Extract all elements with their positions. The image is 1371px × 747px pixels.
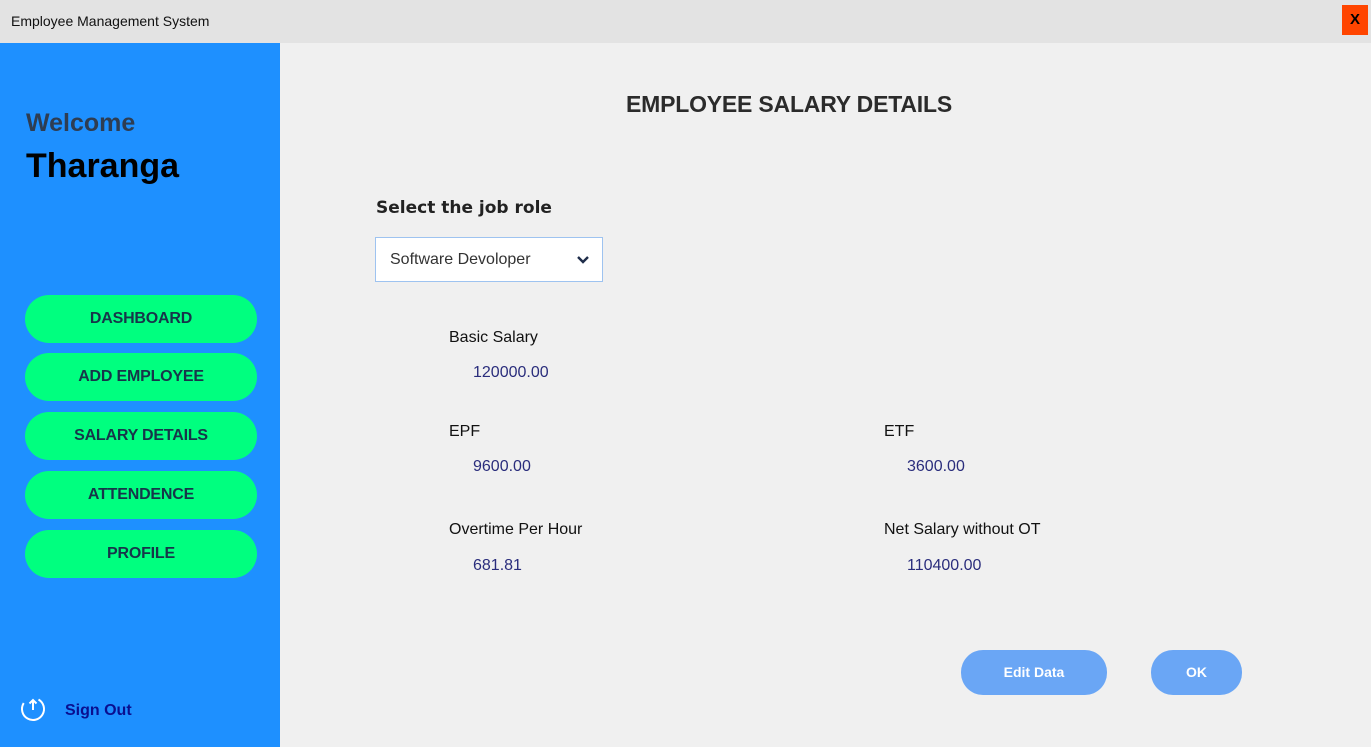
epf-label: EPF [449, 423, 481, 440]
username: Tharanga [26, 147, 180, 185]
basic-salary-value: 120000.00 [473, 364, 549, 381]
etf-value: 3600.00 [907, 458, 965, 475]
page-title: EMPLOYEE SALARY DETAILS [626, 91, 952, 117]
job-role-select[interactable]: Software Devoloper [375, 237, 603, 282]
sign-out-label: Sign Out [65, 702, 132, 719]
basic-salary-label: Basic Salary [449, 329, 538, 346]
net-salary-value: 110400.00 [907, 557, 982, 574]
nav-salary-details-button[interactable]: SALARY DETAILS [25, 412, 257, 460]
nav-dashboard-button[interactable]: DASHBOARD [25, 295, 257, 343]
nav-attendence-button[interactable]: ATTENDENCE [25, 471, 257, 519]
etf-label: ETF [884, 423, 915, 440]
ok-button[interactable]: OK [1151, 650, 1242, 695]
edit-data-button[interactable]: Edit Data [961, 650, 1107, 695]
sign-out-button[interactable]: Sign Out [20, 696, 132, 727]
nav-profile-button[interactable]: PROFILE [25, 530, 257, 578]
title-bar: Employee Management System X [0, 0, 1371, 43]
nav-add-employee-button[interactable]: ADD EMPLOYEE [25, 353, 257, 401]
welcome-text: Welcome [26, 109, 136, 137]
power-icon [20, 696, 46, 727]
overtime-label: Overtime Per Hour [449, 521, 583, 538]
window-title: Employee Management System [11, 13, 210, 29]
net-salary-label: Net Salary without OT [884, 521, 1041, 538]
overtime-value: 681.81 [473, 557, 522, 574]
epf-value: 9600.00 [473, 458, 531, 475]
job-role-selected: Software Devoloper [390, 250, 531, 268]
sidebar: Welcome Tharanga DASHBOARD ADD EMPLOYEE … [0, 43, 280, 747]
chevron-down-icon [577, 256, 589, 264]
close-button[interactable]: X [1342, 5, 1368, 35]
job-role-label: Select the job role [376, 198, 552, 218]
